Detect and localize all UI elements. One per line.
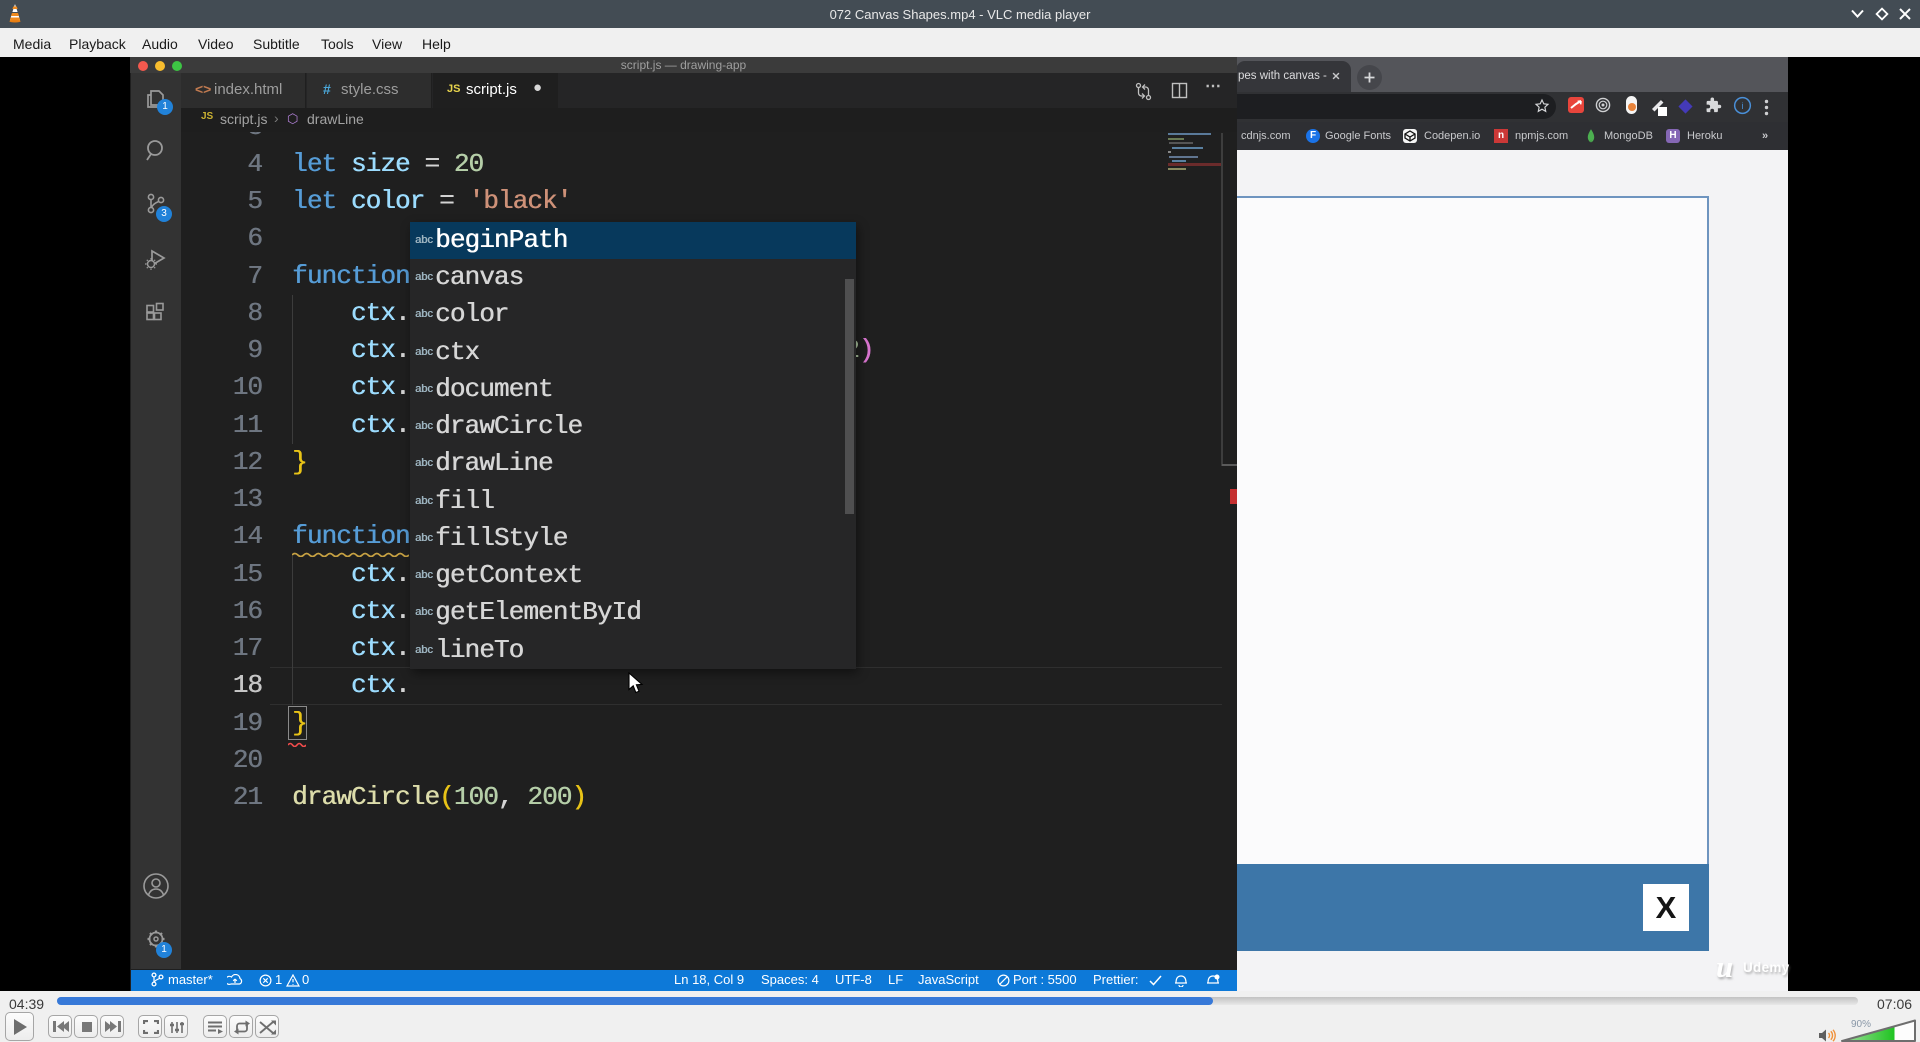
svg-text:i: i	[1741, 101, 1743, 111]
